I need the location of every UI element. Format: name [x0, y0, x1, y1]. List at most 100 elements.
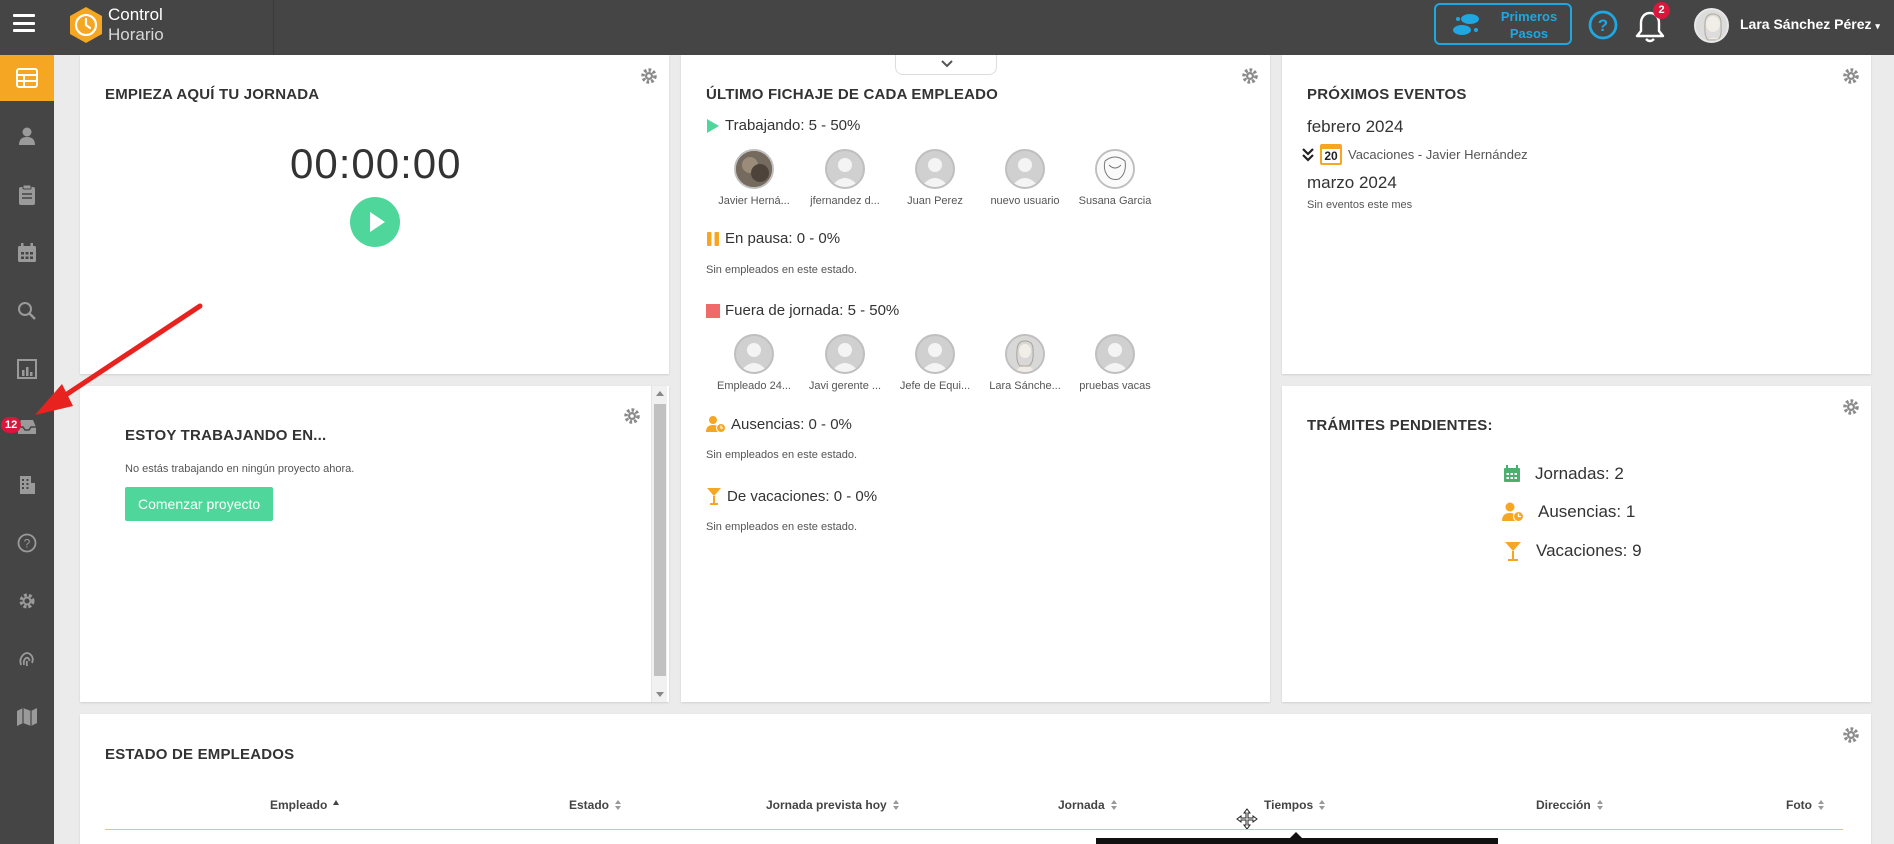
panel-title-proyecto: ESTOY TRABAJANDO EN... [125, 427, 327, 444]
gear-icon[interactable] [1842, 726, 1860, 744]
user-avatar-icon [1696, 10, 1727, 41]
avatar [825, 334, 865, 374]
column-header-empleado[interactable]: Empleado [270, 798, 340, 812]
column-header-jornada-prevista[interactable]: Jornada prevista hoy [766, 798, 900, 812]
sidebar-item-dashboard[interactable] [0, 55, 54, 101]
employee-card[interactable]: Javier Herná... [709, 149, 799, 207]
employee-name: pruebas vacas [1079, 380, 1151, 392]
svg-text:?: ? [24, 537, 31, 551]
status-label: Fuera de jornada: 5 - 50% [725, 302, 900, 319]
scroll-up-arrow-icon[interactable] [656, 391, 664, 396]
app-logo-text[interactable]: Control Horario [108, 5, 164, 45]
avatar[interactable] [1694, 8, 1729, 43]
sidebar-item-employees[interactable] [0, 113, 54, 159]
requests-badge: 12 [1, 417, 22, 433]
status-label: En pausa: 0 - 0% [725, 230, 841, 247]
sidebar-item-records[interactable] [0, 172, 54, 218]
logo-line-2: Horario [108, 25, 164, 44]
status-vacaciones: De vacaciones: 0 - 0% [706, 487, 877, 505]
employee-name: Javier Herná... [718, 195, 790, 207]
column-header-tiempos[interactable]: Tiempos [1264, 798, 1326, 812]
panel-title-tramites: TRÁMITES PENDIENTES: [1307, 417, 1493, 434]
sidebar-item-biometric[interactable] [0, 636, 54, 682]
avatar [734, 334, 774, 374]
employee-card[interactable]: Lara Sánche... [980, 334, 1070, 392]
employee-name: Javi gerente ... [808, 380, 882, 392]
column-header-foto[interactable]: Foto [1786, 798, 1825, 812]
sidebar-item-reports[interactable] [0, 346, 54, 392]
avatar [915, 334, 955, 374]
event-item[interactable]: 20 Vacaciones - Javier Hernández [1302, 144, 1528, 165]
cocktail-icon [1505, 542, 1521, 561]
sidebar-item-calendar[interactable] [0, 230, 54, 276]
tramite-label: Jornadas: 2 [1535, 464, 1624, 483]
employee-card[interactable]: jfernandez d... [800, 149, 890, 207]
user-menu[interactable]: Lara Sánchez Pérez ▾ [1740, 16, 1880, 32]
primeros-line-1: Primeros [1500, 9, 1558, 24]
gear-icon[interactable] [1842, 67, 1860, 85]
employee-name: jfernandez d... [810, 195, 880, 207]
empty-state-text: Sin empleados en este estado. [706, 521, 858, 533]
sidebar-item-settings[interactable] [0, 578, 54, 624]
sort-icon [1319, 800, 1326, 810]
panel-title-estado: ESTADO DE EMPLEADOS [105, 746, 295, 763]
column-header-direccion[interactable]: Dirección [1536, 798, 1604, 812]
avatar [1005, 334, 1045, 374]
menu-icon[interactable] [13, 14, 35, 32]
logo-line-1: Control [108, 5, 163, 24]
column-header-jornada[interactable]: Jornada [1058, 798, 1118, 812]
avatar [915, 149, 955, 189]
tramite-vacaciones[interactable]: Vacaciones: 9 [1504, 541, 1642, 561]
panel-scrollbar[interactable] [651, 386, 667, 702]
sidebar-item-map[interactable] [0, 694, 54, 740]
gear-icon[interactable] [640, 67, 658, 85]
tramite-jornadas[interactable]: Jornadas: 2 [1503, 464, 1624, 484]
employee-card[interactable]: Juan Perez [890, 149, 980, 207]
play-icon [707, 118, 719, 133]
avatar [1095, 149, 1135, 189]
person-icon [19, 127, 35, 145]
sidebar-item-company[interactable] [0, 462, 54, 508]
person-clock-icon [706, 416, 726, 433]
sort-icon [1110, 800, 1118, 810]
employee-card[interactable]: pruebas vacas [1070, 334, 1160, 392]
pause-icon [707, 231, 719, 246]
help-icon: ? [17, 533, 37, 553]
double-chevron-down-icon [1302, 147, 1314, 162]
employee-card[interactable]: nuevo usuario [980, 149, 1070, 207]
event-text: Vacaciones - Javier Hernández [1348, 147, 1528, 162]
primeros-line-2: Pasos [1509, 26, 1549, 41]
primeros-pasos-button[interactable]: Primeros Pasos [1434, 3, 1572, 45]
status-fuera: Fuera de jornada: 5 - 50% [706, 302, 899, 319]
avatar [1095, 334, 1135, 374]
employee-card[interactable]: Jefe de Equi... [890, 334, 980, 392]
calendar-icon [18, 243, 36, 262]
column-label: Empleado [270, 798, 328, 812]
column-header-estado[interactable]: Estado [569, 798, 622, 812]
comenzar-proyecto-button[interactable]: Comenzar proyecto [125, 487, 274, 521]
collapse-toggle[interactable] [895, 55, 997, 75]
scroll-down-arrow-icon[interactable] [656, 692, 664, 697]
tramite-ausencias[interactable]: Ausencias: 1 [1502, 502, 1635, 522]
employee-card[interactable]: Empleado 24... [709, 334, 799, 392]
employee-card[interactable]: Javi gerente ... [800, 334, 890, 392]
gear-icon[interactable] [1241, 67, 1259, 85]
caret-down-icon: ▾ [1875, 21, 1880, 31]
sort-asc-icon [333, 800, 340, 805]
avatar [734, 149, 774, 189]
scrollbar-thumb[interactable] [654, 404, 666, 676]
avatar [1005, 149, 1045, 189]
help-icon[interactable]: ? [1588, 10, 1618, 40]
gear-icon[interactable] [1842, 398, 1860, 416]
employee-card[interactable]: Susana Garcia [1070, 149, 1160, 207]
sidebar-item-search[interactable] [0, 288, 54, 334]
no-events-text: Sin eventos este mes [1307, 199, 1413, 211]
clock-logo-icon[interactable] [66, 5, 106, 45]
calendar-icon [1504, 465, 1520, 482]
gear-icon[interactable] [623, 407, 641, 425]
employee-name: nuevo usuario [990, 195, 1060, 207]
start-jornada-button[interactable] [350, 197, 400, 247]
report-icon [17, 359, 37, 379]
status-label: De vacaciones: 0 - 0% [727, 487, 878, 505]
sidebar-item-help[interactable]: ? [0, 520, 54, 566]
